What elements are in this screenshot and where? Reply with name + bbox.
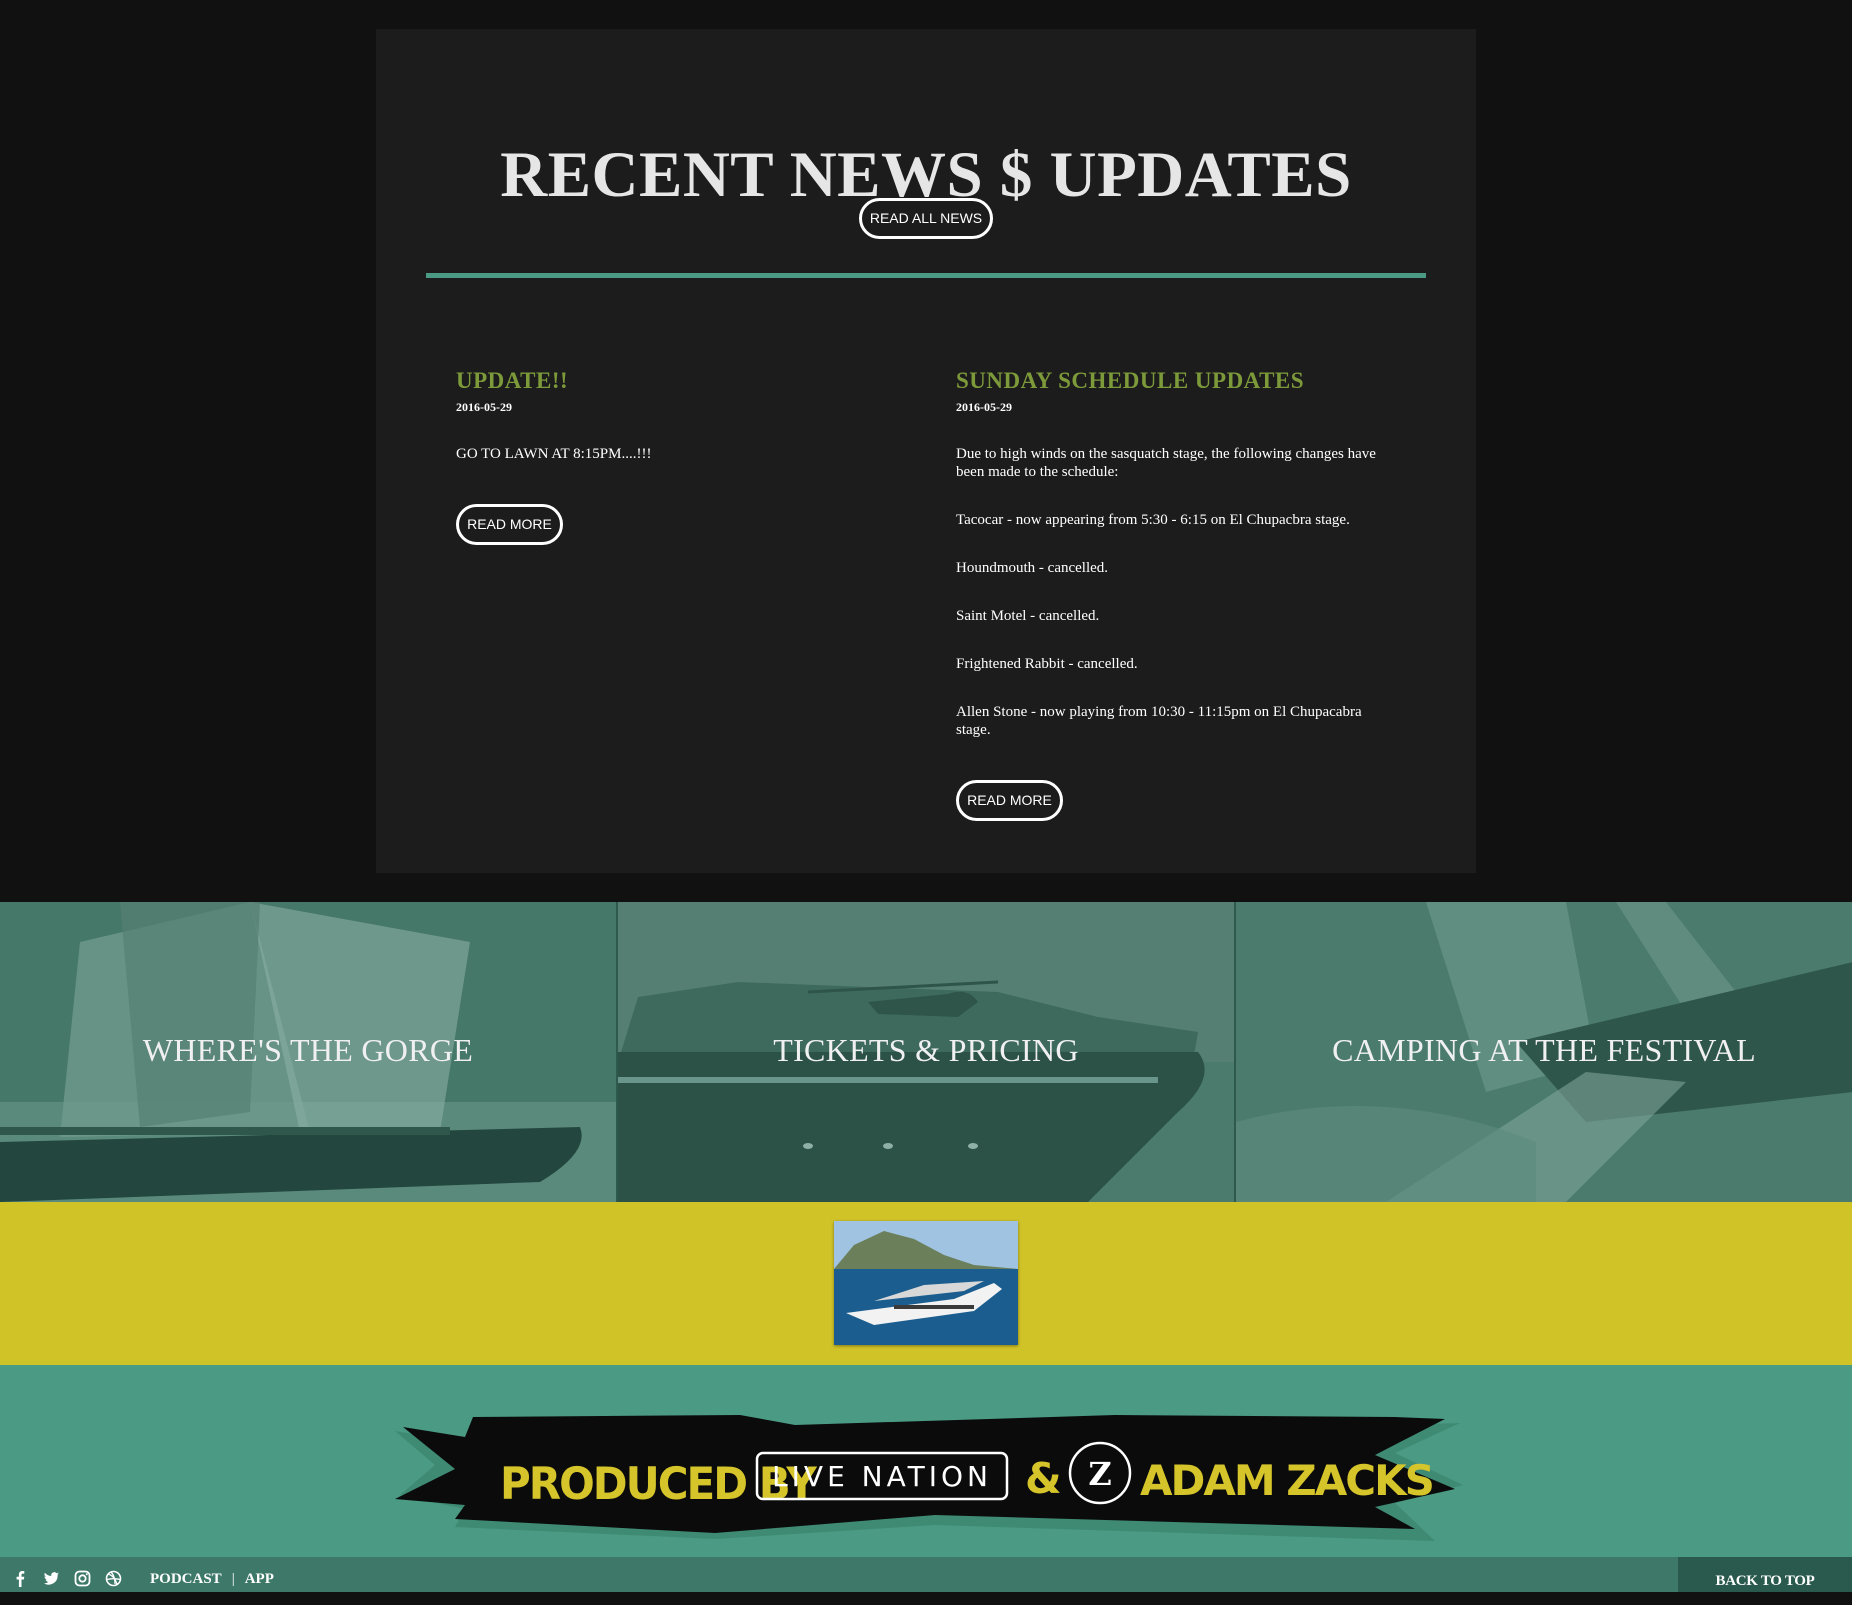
tile-label: TICKETS & PRICING bbox=[773, 1032, 1079, 1068]
section-divider bbox=[426, 273, 1426, 278]
podcast-link[interactable]: PODCAST bbox=[150, 1571, 222, 1588]
tile-camping[interactable]: CAMPING AT THE FESTIVAL bbox=[1234, 902, 1852, 1202]
back-to-top-button[interactable]: BACK TO TOP bbox=[1678, 1557, 1852, 1592]
article-body: Due to high winds on the sasquatch stage… bbox=[956, 445, 1396, 739]
news-article-sunday-schedule: SUNDAY SCHEDULE UPDATES 2016-05-29 Due t… bbox=[956, 336, 1396, 821]
tile-label: WHERE'S THE GORGE bbox=[142, 1032, 474, 1068]
produced-by-banner: PRODUCED BY LIVE NATION & Z ADAM ZACKS bbox=[395, 1415, 1463, 1541]
article-paragraph: Allen Stone - now playing from 10:30 - 1… bbox=[956, 704, 1362, 738]
ampersand: & bbox=[1025, 1454, 1062, 1503]
news-article-update: UPDATE!! 2016-05-29 GO TO LAWN AT 8:15PM… bbox=[456, 336, 886, 545]
feature-tiles: WHERE'S THE GORGE TICKETS & PRICING CAMP… bbox=[0, 902, 1852, 1202]
adam-zacks-badge: Z bbox=[1088, 1455, 1111, 1493]
article-paragraph: Tacocar - now appearing from 5:30 - 6:15… bbox=[956, 512, 1350, 528]
adam-zacks-logo: ADAM ZACKS bbox=[1140, 1456, 1433, 1505]
tile-wheres-the-gorge[interactable]: WHERE'S THE GORGE bbox=[0, 902, 616, 1202]
article-paragraph: Due to high winds on the sasquatch stage… bbox=[956, 446, 1376, 480]
twitter-icon[interactable] bbox=[43, 1570, 60, 1587]
dribbble-icon[interactable] bbox=[105, 1570, 122, 1587]
read-all-news-button[interactable]: READ ALL NEWS bbox=[859, 198, 993, 239]
instagram-icon[interactable] bbox=[74, 1570, 91, 1587]
news-card: RECENT NEWS $ UPDATES READ ALL NEWS UPDA… bbox=[376, 29, 1476, 873]
article-date: 2016-05-29 bbox=[456, 400, 512, 414]
live-nation-logo: LIVE NATION bbox=[772, 1460, 992, 1493]
article-paragraph: Saint Motel - cancelled. bbox=[956, 608, 1100, 624]
news-section: RECENT NEWS $ UPDATES READ ALL NEWS UPDA… bbox=[0, 0, 1852, 902]
yacht-photo[interactable] bbox=[834, 1221, 1018, 1345]
tile-tickets-pricing[interactable]: TICKETS & PRICING bbox=[616, 902, 1234, 1202]
article-date: 2016-05-29 bbox=[956, 400, 1012, 414]
footer-links: PODCAST | APP bbox=[150, 1571, 274, 1588]
footer-separator: | bbox=[231, 1571, 235, 1587]
article-title[interactable]: SUNDAY SCHEDULE UPDATES bbox=[956, 368, 1396, 394]
social-links bbox=[12, 1570, 122, 1587]
facebook-icon[interactable] bbox=[12, 1570, 29, 1587]
article-paragraph: Houndmouth - cancelled. bbox=[956, 560, 1109, 576]
article-paragraph: Frightened Rabbit - cancelled. bbox=[956, 656, 1138, 672]
produced-by-text: PRODUCED BY bbox=[500, 1459, 818, 1510]
article-title[interactable]: UPDATE!! bbox=[456, 368, 886, 394]
article-body: GO TO LAWN AT 8:15PM....!!! bbox=[456, 445, 886, 463]
sponsor-banner bbox=[0, 1202, 1852, 1365]
produced-by-section: PRODUCED BY LIVE NATION & Z ADAM ZACKS bbox=[0, 1365, 1852, 1557]
read-more-button[interactable]: READ MORE bbox=[456, 504, 563, 545]
article-paragraph: GO TO LAWN AT 8:15PM....!!! bbox=[456, 446, 652, 462]
app-link[interactable]: APP bbox=[245, 1571, 274, 1588]
footer: PODCAST | APP BACK TO TOP bbox=[0, 1557, 1852, 1592]
read-more-button[interactable]: READ MORE bbox=[956, 780, 1063, 821]
tile-label: CAMPING AT THE FESTIVAL bbox=[1332, 1032, 1756, 1068]
